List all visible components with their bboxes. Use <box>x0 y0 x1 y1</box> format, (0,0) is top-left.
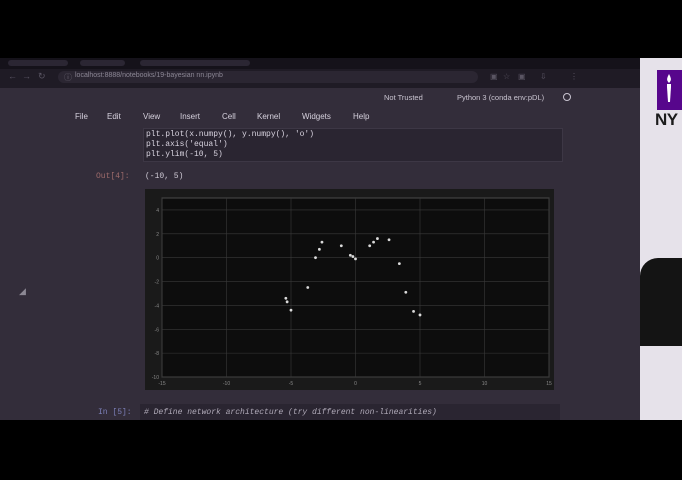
tab-strip <box>0 58 640 69</box>
y-tick-label: -10 <box>152 375 159 381</box>
scatter-plot: -15 -10 -5 0 5 10 15420-2-4-6-8-10 <box>152 197 552 387</box>
menu-help[interactable]: Help <box>353 112 369 121</box>
browser-tab[interactable] <box>8 60 68 66</box>
menu-cell[interactable]: Cell <box>222 112 236 121</box>
data-point <box>387 238 391 242</box>
data-point <box>418 313 422 317</box>
x-tick-label: 0 <box>354 381 357 387</box>
browser-tab[interactable] <box>80 60 125 66</box>
nyu-logo <box>657 70 682 110</box>
back-icon[interactable]: ← <box>8 72 17 81</box>
menubar: File Edit View Insert Cell Kernel Widget… <box>0 110 640 124</box>
y-tick-label: -4 <box>155 303 160 309</box>
url-text[interactable]: localhost:8888/notebooks/19-bayesian nn.… <box>75 72 223 79</box>
data-point <box>351 255 355 258</box>
kernel-status-icon <box>563 93 571 101</box>
data-point <box>348 253 352 257</box>
y-tick-label: 2 <box>156 232 159 238</box>
info-icon[interactable]: ⓘ <box>64 72 72 83</box>
menu-edit[interactable]: Edit <box>107 112 121 121</box>
data-point <box>306 286 310 289</box>
x-tick-label: 15 <box>546 381 552 387</box>
download-icon[interactable]: ⇩ <box>540 72 547 81</box>
mouse-cursor-icon: ◢ <box>19 286 26 296</box>
nyu-logo-text: NY <box>655 110 678 129</box>
code-comment[interactable]: # Define network architecture (try diffe… <box>144 408 437 417</box>
video-bottom-letterbox <box>0 420 682 480</box>
kernel-name[interactable]: Python 3 (conda env:pDL) <box>457 93 544 102</box>
output-prompt: Out[4]: <box>96 172 130 181</box>
y-tick-label: 0 <box>156 256 159 262</box>
star-icon[interactable]: ☆ <box>503 72 510 81</box>
torch-icon <box>667 74 671 102</box>
x-tick-label: 10 <box>482 381 488 387</box>
address-bar[interactable]: ⓘ localhost:8888/notebooks/19-bayesian n… <box>58 71 478 83</box>
data-point <box>397 262 401 266</box>
data-point <box>289 308 293 312</box>
x-tick-label: 5 <box>419 381 422 387</box>
code-line[interactable]: plt.ylim(-10, 5) <box>146 150 223 159</box>
jupyter-page: Not Trusted Python 3 (conda env:pDL) Fil… <box>0 88 640 420</box>
y-tick-label: 4 <box>156 208 159 214</box>
data-point <box>404 290 408 294</box>
menu-kernel[interactable]: Kernel <box>257 112 280 121</box>
x-tick-label: -15 <box>158 381 165 387</box>
browser-tab[interactable] <box>140 60 250 66</box>
menu-icon[interactable]: ⋮ <box>570 72 578 81</box>
y-tick-label: -8 <box>155 351 160 357</box>
data-point <box>284 296 288 300</box>
forward-icon[interactable]: → <box>22 72 31 81</box>
data-point <box>317 247 321 251</box>
code-line[interactable]: plt.plot(x.numpy(), y.numpy(), 'o') <box>146 130 314 139</box>
notebook-header: Not Trusted Python 3 (conda env:pDL) <box>0 88 640 108</box>
data-point <box>320 240 324 244</box>
menu-widgets[interactable]: Widgets <box>302 112 331 121</box>
x-tick-label: -5 <box>289 381 294 387</box>
scatter-plot-figure: -15 -10 -5 0 5 10 15 4 2 0 -2 -4 -6 -8 -10 <box>145 189 554 390</box>
video-top-letterbox <box>0 0 682 58</box>
data-point <box>376 237 379 240</box>
puzzle-icon[interactable]: ▣ <box>518 72 526 81</box>
data-point <box>285 300 289 304</box>
data-point <box>372 240 375 244</box>
camera-icon[interactable]: ▣ <box>490 72 498 81</box>
code-cell[interactable]: plt.plot(x.numpy(), y.numpy(), 'o') plt.… <box>143 128 563 162</box>
data-point <box>339 244 343 248</box>
input-prompt: In [5]: <box>98 408 132 417</box>
y-tick-label: -6 <box>155 327 160 333</box>
data-point <box>412 309 415 313</box>
code-line[interactable]: plt.axis('equal') <box>146 140 228 149</box>
x-tick-label: -10 <box>223 381 230 387</box>
data-point <box>354 257 357 261</box>
data-point <box>368 244 372 248</box>
menu-insert[interactable]: Insert <box>180 112 200 121</box>
trust-status[interactable]: Not Trusted <box>384 93 423 102</box>
data-point <box>314 256 317 260</box>
menu-file[interactable]: File <box>75 112 88 121</box>
browser-chrome: ← → ↻ ⓘ localhost:8888/notebooks/19-baye… <box>0 58 640 88</box>
menu-view[interactable]: View <box>143 112 160 121</box>
speaker-silhouette <box>640 258 682 346</box>
output-value: (-10, 5) <box>145 172 184 181</box>
y-tick-label: -2 <box>155 280 160 286</box>
reload-icon[interactable]: ↻ <box>38 72 46 81</box>
